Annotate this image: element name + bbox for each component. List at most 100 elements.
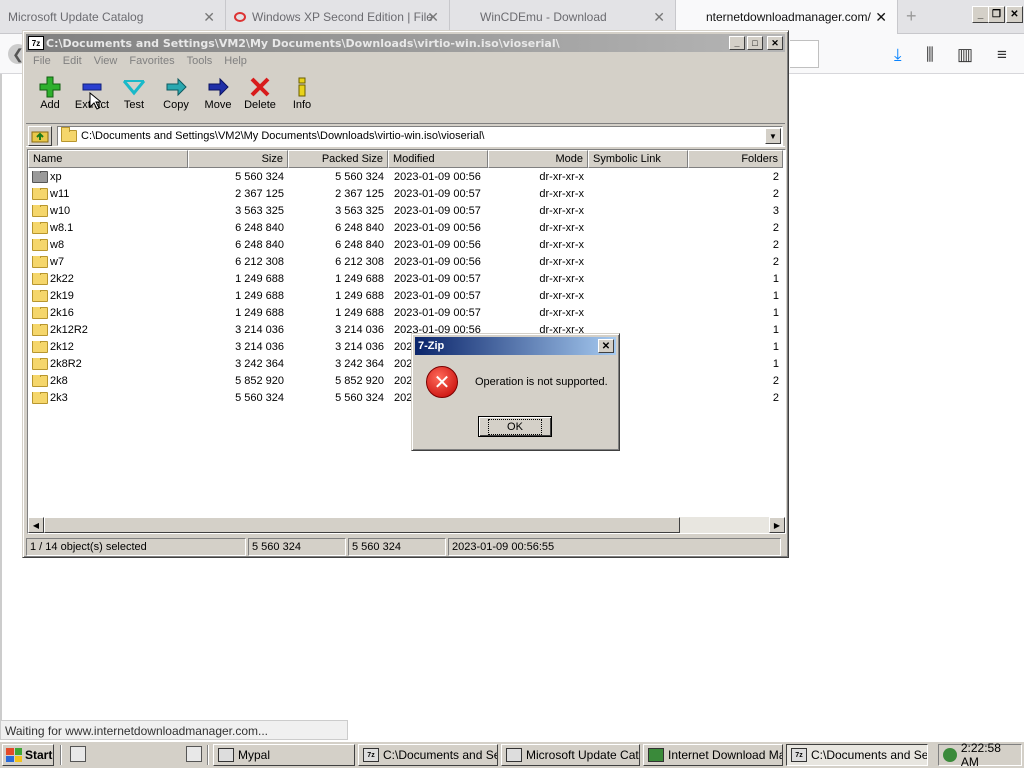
browser-tab-idm[interactable]: nternetdownloadmanager.com/do ✕ [676,0,898,34]
browser-tab-windows-xp[interactable]: Windows XP Second Edition | File ✕ [226,0,450,34]
window-titlebar[interactable]: 7z C:\Documents and Settings\VM2\My Docu… [26,34,785,52]
menu-edit[interactable]: Edit [57,53,88,71]
show-desktop-icon[interactable] [70,746,86,762]
folder-icon [61,127,77,142]
folder-icon [32,289,48,302]
row-name: 2k16 [50,306,74,319]
row-modified: 2023-01-09 00:57 [394,306,481,319]
close-icon[interactable]: ✕ [598,339,614,353]
delete-button[interactable]: Delete [239,75,281,117]
menu-icon[interactable]: ≡ [997,45,1007,65]
ok-button[interactable]: OK [478,416,552,437]
quicklaunch-icon[interactable] [186,746,202,762]
menu-view[interactable]: View [88,53,124,71]
column-header: Name Size Packed Size Modified Mode Symb… [28,150,785,168]
dialog-titlebar[interactable]: 7-Zip ✕ [415,337,616,355]
folder-icon [32,272,48,285]
table-row[interactable]: w10 3 563 325 3 563 325 2023-01-09 00:57… [28,202,785,219]
close-icon[interactable]: ✕ [767,36,783,50]
scroll-right-icon[interactable]: ▶ [769,517,785,533]
minimize-icon[interactable]: _ [972,6,989,23]
browser-status-text: Waiting for www.internetdownloadmanager.… [0,720,348,740]
scroll-left-icon[interactable]: ◀ [28,517,44,533]
row-folders: 1 [772,306,779,319]
menu-tools[interactable]: Tools [181,53,219,71]
browser-tab-wincdemu[interactable]: WinCDEmu - Download ✕ [450,0,676,34]
table-row[interactable]: 2k8R2 3 242 364 3 242 364 202 1 [28,355,785,372]
file-list[interactable]: Name Size Packed Size Modified Mode Symb… [27,149,786,534]
sidebar-icon[interactable]: ▥ [957,45,973,65]
info-button[interactable]: Info [281,75,323,117]
row-modified: 2023-01-09 00:57 [394,204,481,217]
row-modified: 2023-01-09 00:56 [394,255,481,268]
row-name: w7 [50,255,65,268]
table-row[interactable]: 2k8 5 852 920 5 852 920 202 2 [28,372,785,389]
maximize-icon[interactable]: □ [747,36,763,50]
add-button[interactable]: Add [29,75,71,117]
scroll-thumb[interactable] [44,517,680,533]
row-packed: 3 242 364 [335,357,384,370]
table-row[interactable]: 2k12R2 3 214 036 3 214 036 2023-01-09 00… [28,321,785,338]
row-folders: 2 [772,238,779,251]
table-row[interactable]: 2k16 1 249 688 1 249 688 2023-01-09 00:5… [28,304,785,321]
column-modified[interactable]: Modified [388,150,488,168]
row-name: xp [50,170,62,183]
task-7zip-2[interactable]: 7z C:\Documents and Se... [786,744,928,766]
menu-favorites[interactable]: Favorites [123,53,180,71]
table-row[interactable]: w8.1 6 248 840 6 248 840 2023-01-09 00:5… [28,219,785,236]
close-icon[interactable]: ✕ [427,9,439,26]
row-size: 6 248 840 [235,221,284,234]
folder-icon [32,391,48,404]
error-icon: ✕ [426,366,458,398]
table-row[interactable]: 2k12 3 214 036 3 214 036 2023 1 [28,338,785,355]
chevron-down-icon[interactable]: ▼ [765,128,781,144]
restore-icon[interactable]: ❐ [988,6,1005,23]
table-row[interactable]: w7 6 212 308 6 212 308 2023-01-09 00:56 … [28,253,785,270]
close-window-icon[interactable]: ✕ [1006,6,1023,23]
column-name[interactable]: Name [28,150,188,168]
column-packed-size[interactable]: Packed Size [288,150,388,168]
table-row[interactable]: 2k3 5 560 324 5 560 324 202 2 [28,389,785,406]
column-folders[interactable]: Folders [688,150,783,168]
close-icon[interactable]: ✕ [203,9,215,26]
table-row[interactable]: w8 6 248 840 6 248 840 2023-01-09 00:56 … [28,236,785,253]
library-icon[interactable]: ⫼ [926,45,934,65]
copy-button[interactable]: Copy [155,75,197,117]
table-row[interactable]: w11 2 367 125 2 367 125 2023-01-09 00:57… [28,185,785,202]
new-tab-icon[interactable]: + [906,6,917,27]
test-button[interactable]: Test [113,75,155,117]
folder-up-button[interactable] [28,126,52,146]
folder-icon [32,204,48,217]
menu-help[interactable]: Help [218,53,253,71]
browser-tab-update-catalog[interactable]: Microsoft Update Catalog ✕ [0,0,226,34]
start-label: Start [25,748,53,762]
path-combobox[interactable]: C:\Documents and Settings\VM2\My Documen… [57,126,783,146]
row-name: 2k22 [50,272,74,285]
close-icon[interactable]: ✕ [653,9,665,26]
idm-tray-icon[interactable] [943,748,957,762]
menu-file[interactable]: File [27,53,57,71]
column-mode[interactable]: Mode [488,150,588,168]
row-name: w10 [50,204,71,217]
horizontal-scrollbar[interactable]: ◀ ▶ [28,517,785,533]
task-update-catalog[interactable]: Microsoft Update Cata... [501,744,640,766]
task-idm[interactable]: Internet Download Ma... [643,744,783,766]
dialog-message: Operation is not supported. [475,376,608,388]
task-list: Mypal 7z C:\Documents and Se... Microsof… [213,744,928,766]
start-button[interactable]: Start [2,744,54,766]
minimize-icon[interactable]: _ [729,36,745,50]
download-icon[interactable]: ⤓ [894,45,902,65]
url-bar[interactable] [790,40,819,68]
move-button[interactable]: Move [197,75,239,117]
close-icon[interactable]: ✕ [871,9,887,26]
delete-icon [248,75,272,99]
column-size[interactable]: Size [188,150,288,168]
table-row[interactable]: 2k22 1 249 688 1 249 688 2023-01-09 00:5… [28,270,785,287]
task-7zip-1[interactable]: 7z C:\Documents and Se... [358,744,498,766]
system-tray: 2:22:58 AM [938,741,1022,768]
table-row[interactable]: 2k19 1 249 688 1 249 688 2023-01-09 00:5… [28,287,785,304]
table-row[interactable]: xp 5 560 324 5 560 324 2023-01-09 00:56 … [28,168,785,185]
task-mypal[interactable]: Mypal [213,744,355,766]
column-symbolic-link[interactable]: Symbolic Link [588,150,688,168]
status-bar: 1 / 14 object(s) selected 5 560 324 5 56… [26,538,785,556]
